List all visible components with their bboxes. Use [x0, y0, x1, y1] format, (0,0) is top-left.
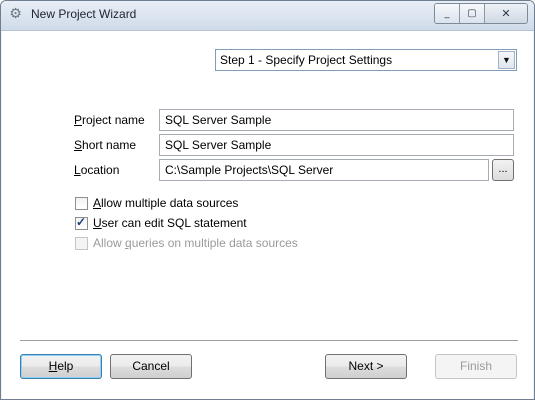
minimize-button[interactable]: _ [435, 4, 460, 23]
maximize-icon: ▢ [467, 8, 477, 19]
help-button[interactable]: Help [20, 354, 102, 379]
allow-multiple-sources-checkbox[interactable]: Allow multiple data sources [75, 196, 238, 210]
short-name-input[interactable] [159, 134, 514, 156]
window-title: New Project Wizard [31, 7, 137, 21]
short-name-label: Short name [74, 138, 137, 152]
close-button[interactable]: ✕ [485, 4, 527, 23]
step-dropdown-value: Step 1 - Specify Project Settings [220, 53, 393, 67]
location-label: Location [74, 163, 120, 177]
project-name-input[interactable] [159, 109, 514, 131]
allow-queries-label: Allow queries on multiple data sources [93, 236, 298, 250]
footer-separator [20, 340, 518, 342]
checkbox-box-checked[interactable] [75, 215, 88, 230]
title-bar[interactable]: ⚙ New Project Wizard _ ▢ ✕ [1, 1, 534, 31]
close-icon: ✕ [501, 7, 511, 20]
maximize-button[interactable]: ▢ [460, 4, 485, 23]
allow-queries-multiple-sources-checkbox: Allow queries on multiple data sources [75, 236, 298, 250]
minimize-icon: _ [444, 8, 450, 19]
step-dropdown[interactable]: Step 1 - Specify Project Settings ▼ [215, 49, 517, 71]
checkbox-box[interactable] [75, 196, 88, 210]
caption-buttons: _ ▢ ✕ [434, 3, 528, 24]
next-button[interactable]: Next > [325, 354, 407, 379]
cancel-button[interactable]: Cancel [110, 354, 192, 379]
allow-multiple-sources-label: Allow multiple data sources [93, 196, 239, 210]
wizard-window: ⚙ New Project Wizard _ ▢ ✕ Step 1 - Spec… [0, 0, 535, 400]
checkbox-box-disabled [75, 236, 88, 250]
user-edit-sql-checkbox[interactable]: User can edit SQL statement [75, 215, 247, 230]
dropdown-arrow-icon[interactable]: ▼ [498, 51, 515, 69]
gear-icon: ⚙ [9, 6, 22, 22]
finish-button: Finish [435, 354, 517, 379]
browse-button[interactable]: ... [492, 159, 514, 181]
location-input[interactable] [159, 159, 489, 181]
user-edit-sql-label: User can edit SQL statement [93, 216, 247, 230]
project-name-label: Project name [74, 113, 145, 127]
wizard-content: Step 1 - Specify Project Settings ▼ Proj… [2, 31, 533, 399]
